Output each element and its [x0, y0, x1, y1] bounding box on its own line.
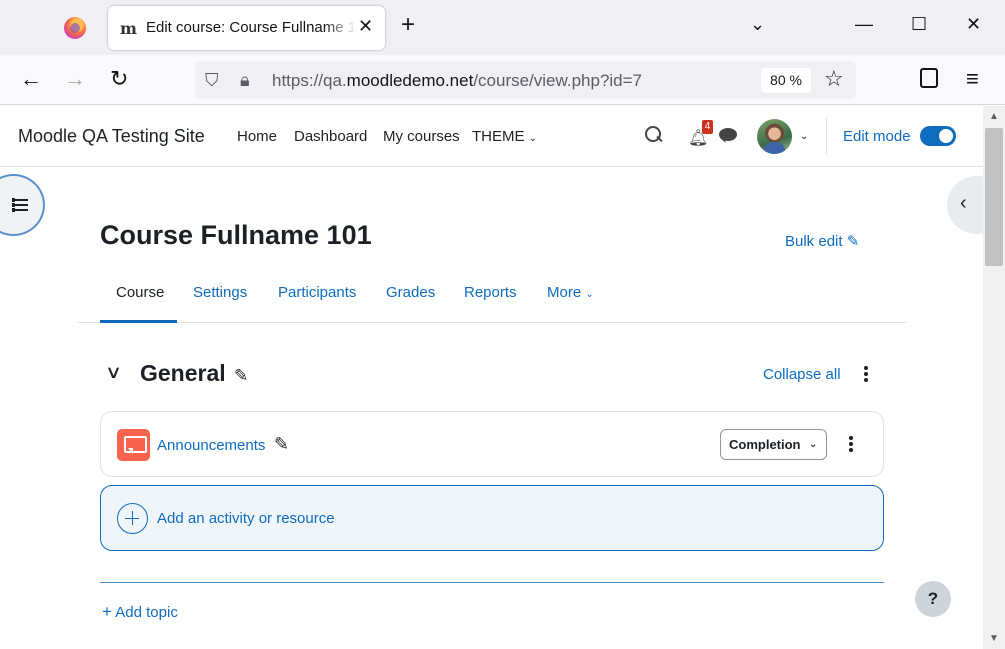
add-activity-button[interactable]: Add an activity or resource — [100, 485, 884, 551]
new-tab-icon[interactable]: + — [401, 13, 415, 37]
page-scrollbar[interactable]: ▲ ▼ — [983, 106, 1005, 649]
maximize-icon[interactable]: ☐ — [911, 14, 927, 34]
bookmark-star-icon[interactable]: ☆ — [824, 66, 844, 92]
section-divider — [100, 582, 884, 583]
activity-card: Announcements ✎ Completion ⌄ — [100, 411, 884, 477]
reload-icon[interactable]: ↻ — [110, 67, 128, 91]
tab-more[interactable]: More ⌄ — [547, 272, 594, 323]
lock-icon[interactable]: 🔒︎ — [240, 70, 250, 91]
url-path: /course/view.php?id=7 — [473, 71, 643, 90]
scrollbar-thumb[interactable] — [985, 128, 1003, 266]
add-activity-label: Add an activity or resource — [157, 510, 335, 527]
url-domain: moodledemo.net — [346, 71, 474, 90]
site-name[interactable]: Moodle QA Testing Site — [18, 126, 205, 147]
add-topic-link[interactable]: + Add topic — [102, 602, 178, 622]
extensions-icon[interactable] — [920, 68, 938, 88]
notification-count-badge: 4 — [702, 120, 713, 134]
forward-arrow-icon[interactable]: → — [64, 67, 86, 91]
menu-home[interactable]: Home — [237, 128, 277, 145]
section-title[interactable]: General — [140, 360, 226, 387]
user-avatar[interactable] — [757, 119, 792, 154]
browser-tab-strip: m Edit course: Course Fullname 101 ✕ + ⌄… — [0, 0, 1005, 55]
firefox-icon[interactable] — [64, 17, 86, 39]
hamburger-menu-icon[interactable]: ≡ — [966, 66, 979, 92]
page-viewport: Moodle QA Testing Site Home Dashboard My… — [0, 106, 983, 649]
completion-label: Completion — [729, 437, 801, 452]
chevron-down-icon: ⌄ — [528, 133, 538, 144]
tab-close-icon[interactable]: ✕ — [358, 16, 373, 37]
close-window-icon[interactable]: ✕ — [966, 14, 981, 34]
scroll-down-arrow-icon[interactable]: ▼ — [989, 633, 999, 644]
moodle-favicon-icon: m — [120, 19, 137, 38]
chevron-down-icon: ⌄ — [585, 289, 594, 300]
bulk-edit-label: Bulk edit — [785, 233, 843, 250]
menu-my-courses[interactable]: My courses — [383, 128, 460, 145]
scroll-up-arrow-icon[interactable]: ▲ — [989, 111, 999, 122]
plus-icon: + — [102, 602, 112, 621]
tab-participants[interactable]: Participants — [278, 272, 356, 323]
bulk-edit-button[interactable]: Bulk edit ✎ — [785, 232, 859, 250]
back-arrow-icon[interactable]: ← — [20, 67, 42, 91]
forum-icon — [117, 429, 150, 461]
url-text[interactable]: https://qa.moodledemo.net/course/view.ph… — [272, 71, 642, 91]
edit-mode-label[interactable]: Edit mode — [843, 128, 911, 145]
tab-more-label: More — [547, 284, 582, 301]
section-edit-pencil-icon[interactable]: ✎ — [234, 366, 248, 386]
tab-title: Edit course: Course Fullname 101 — [146, 19, 356, 36]
activity-actions-kebab-icon[interactable] — [849, 436, 853, 452]
browser-nav-bar: ← → ↻ ⛉ 🔒︎ https://qa.moodledemo.net/cou… — [0, 55, 1005, 105]
menu-dashboard[interactable]: Dashboard — [294, 128, 367, 145]
url-bar[interactable]: ⛉ 🔒︎ https://qa.moodledemo.net/course/vi… — [195, 61, 856, 99]
course-index-list-icon[interactable] — [12, 198, 28, 212]
url-prefix: https://qa. — [272, 71, 347, 90]
shield-icon[interactable]: ⛉ — [205, 70, 219, 91]
course-tabs: Course Settings Participants Grades Repo… — [78, 272, 906, 323]
chevron-left-icon: ‹ — [960, 192, 967, 214]
tab-reports[interactable]: Reports — [464, 272, 517, 323]
plus-circle-icon — [117, 503, 148, 534]
navbar-divider — [826, 118, 827, 154]
favicon-letter: m — [120, 19, 137, 38]
section-collapse-chevron-icon[interactable]: ∨ — [105, 362, 122, 383]
tab-grades[interactable]: Grades — [386, 272, 435, 323]
moodle-navbar: Moodle QA Testing Site Home Dashboard My… — [0, 106, 983, 167]
menu-theme-label: THEME — [472, 128, 525, 145]
tab-settings[interactable]: Settings — [193, 272, 247, 323]
page-title: Course Fullname 101 — [100, 220, 372, 250]
search-icon[interactable] — [645, 126, 663, 144]
browser-tab[interactable]: m Edit course: Course Fullname 101 ✕ — [108, 6, 385, 50]
user-menu-chevron-icon[interactable]: ⌄ — [800, 131, 808, 142]
pencil-icon: ✎ — [846, 233, 860, 250]
add-topic-label: Add topic — [115, 604, 178, 621]
completion-dropdown[interactable]: Completion ⌄ — [720, 429, 827, 460]
activity-edit-pencil-icon[interactable]: ✎ — [274, 434, 289, 455]
menu-theme[interactable]: THEME ⌄ — [472, 128, 537, 145]
section-actions-kebab-icon[interactable] — [864, 366, 868, 382]
tab-course[interactable]: Course — [100, 272, 177, 323]
collapse-all-link[interactable]: Collapse all — [763, 366, 841, 383]
block-drawer-button[interactable]: ‹ — [947, 176, 983, 234]
tab-list-chevron-icon[interactable]: ⌄ — [750, 14, 765, 34]
help-button[interactable]: ? — [915, 581, 951, 617]
chevron-down-icon: ⌄ — [809, 439, 818, 450]
messages-chat-icon[interactable] — [719, 128, 737, 141]
activity-name-link[interactable]: Announcements — [157, 437, 265, 454]
edit-mode-toggle[interactable] — [920, 126, 956, 146]
minimize-icon[interactable]: — — [855, 14, 873, 34]
zoom-level-badge[interactable]: 80 % — [761, 68, 811, 93]
